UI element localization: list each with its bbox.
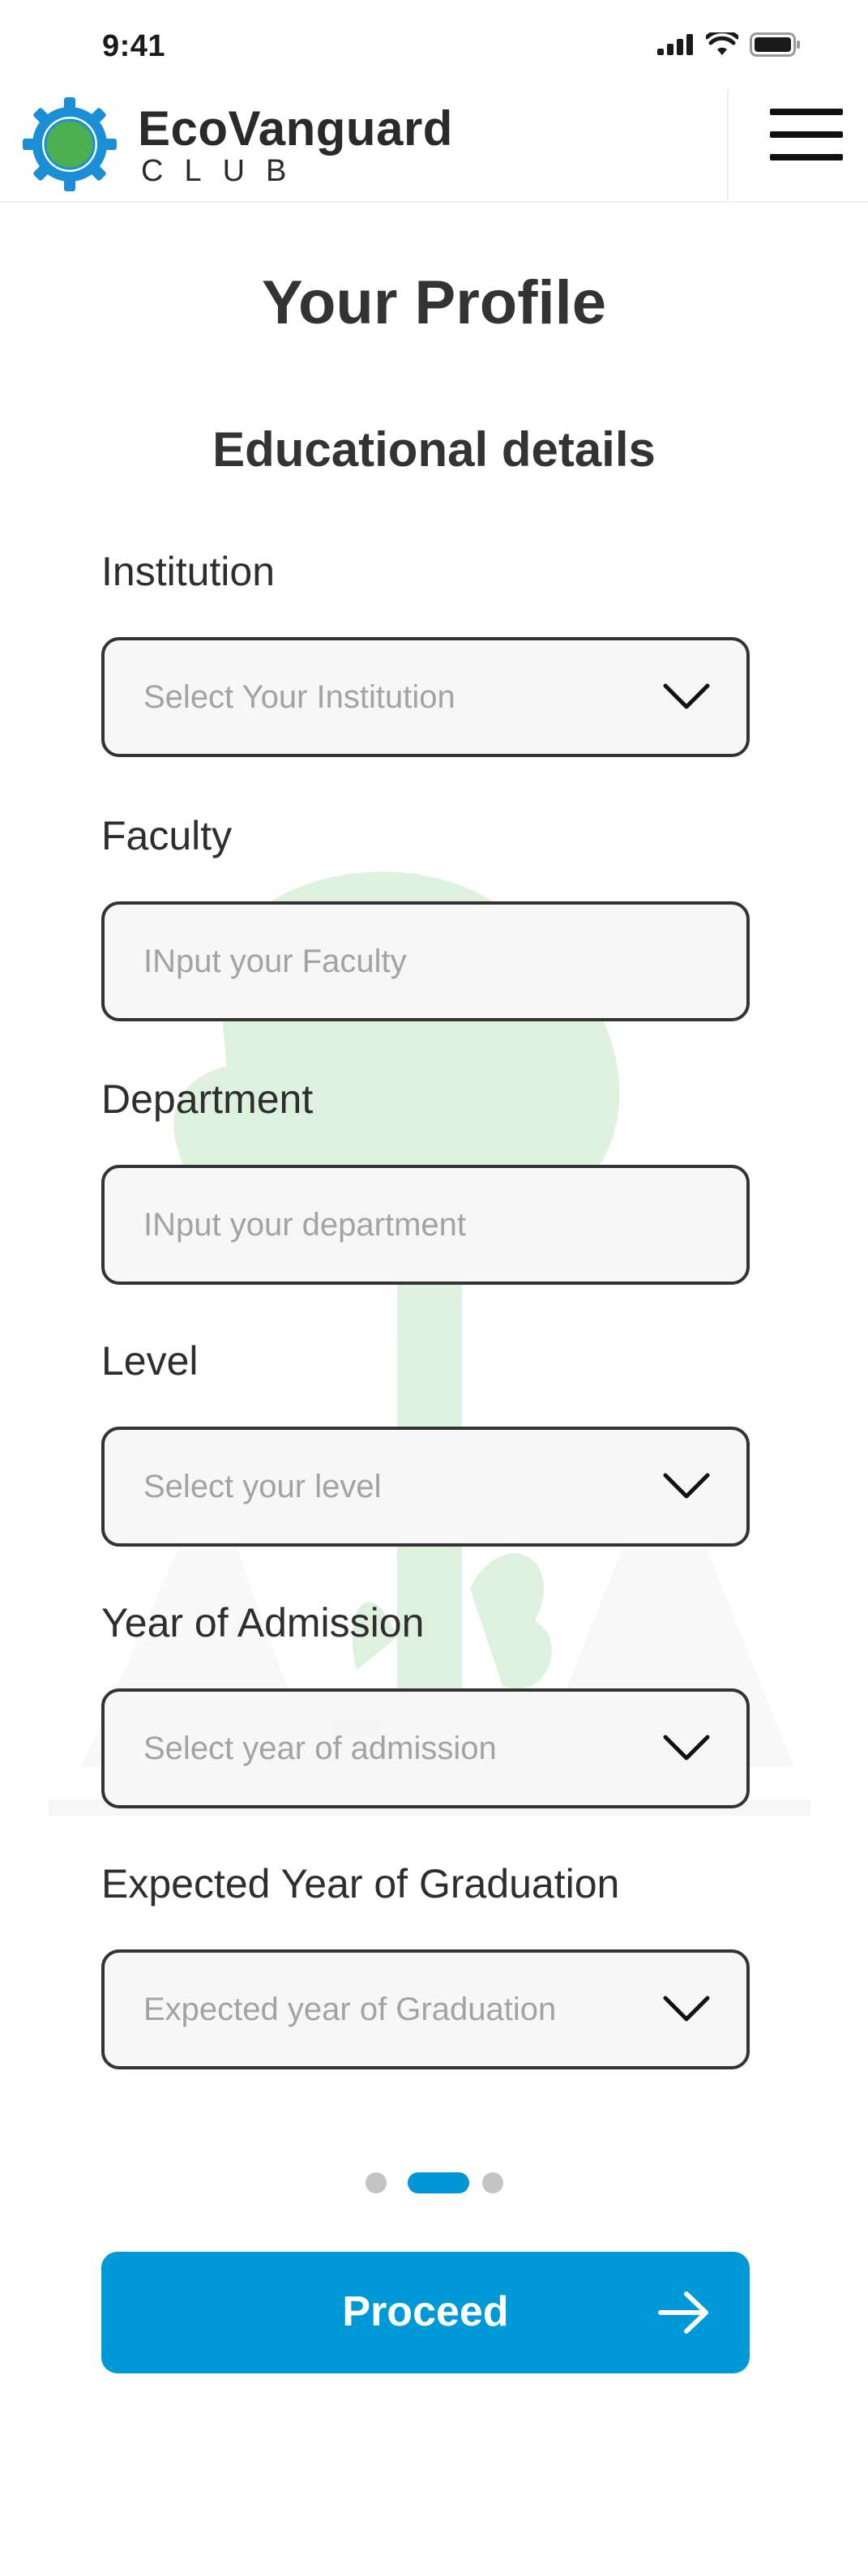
page-dot-1	[366, 2172, 387, 2193]
wifi-icon	[706, 32, 738, 55]
faculty-placeholder: INput your Faculty	[143, 943, 407, 979]
brand-name: EcoVanguard	[138, 101, 453, 156]
proceed-label: Proceed	[342, 2288, 509, 2335]
department-placeholder: INput your department	[143, 1206, 466, 1243]
section-title: Educational details	[212, 422, 656, 477]
faculty-input[interactable]: INput your Faculty	[101, 901, 750, 1021]
year-of-admission-select[interactable]: Select year of admission	[101, 1688, 750, 1808]
faculty-label: Faculty	[101, 813, 233, 858]
page-title: Your Profile	[261, 268, 607, 337]
expected-graduation-select[interactable]: Expected year of Graduation	[101, 1949, 750, 2069]
header-divider	[727, 89, 729, 201]
battery-icon	[750, 32, 800, 57]
institution-placeholder: Select Your Institution	[143, 678, 455, 715]
gear-globe-logo-icon	[23, 97, 117, 191]
chevron-down-icon	[663, 683, 710, 709]
expected-graduation-placeholder: Expected year of Graduation	[143, 1991, 557, 2027]
year-of-admission-label: Year of Admission	[101, 1600, 425, 1645]
cellular-signal-icon	[657, 34, 693, 55]
institution-label: Institution	[101, 549, 276, 594]
proceed-button[interactable]: Proceed	[101, 2252, 750, 2373]
brand-subtitle: CLUB	[141, 154, 308, 188]
page-dot-2-active	[408, 2172, 469, 2193]
status-time: 9:41	[102, 29, 166, 63]
department-input[interactable]: INput your department	[101, 1165, 750, 1285]
status-icons	[657, 32, 802, 57]
page-dot-3	[482, 2172, 503, 2193]
page-indicator	[366, 2171, 503, 2195]
level-label: Level	[101, 1338, 199, 1384]
chevron-down-icon	[663, 1473, 710, 1499]
chevron-down-icon	[663, 1996, 710, 2022]
chevron-down-icon	[663, 1735, 710, 1761]
institution-select[interactable]: Select Your Institution	[101, 637, 750, 757]
level-placeholder: Select your level	[143, 1468, 382, 1504]
app-header: EcoVanguard CLUB	[0, 89, 868, 203]
level-select[interactable]: Select your level	[101, 1427, 750, 1547]
arrow-right-icon	[658, 2291, 708, 2334]
hamburger-menu-icon[interactable]	[770, 99, 843, 172]
year-of-admission-placeholder: Select year of admission	[143, 1730, 497, 1766]
status-bar: 9:41	[0, 0, 868, 89]
expected-graduation-label: Expected Year of Graduation	[101, 1861, 620, 1906]
department-label: Department	[101, 1076, 314, 1122]
